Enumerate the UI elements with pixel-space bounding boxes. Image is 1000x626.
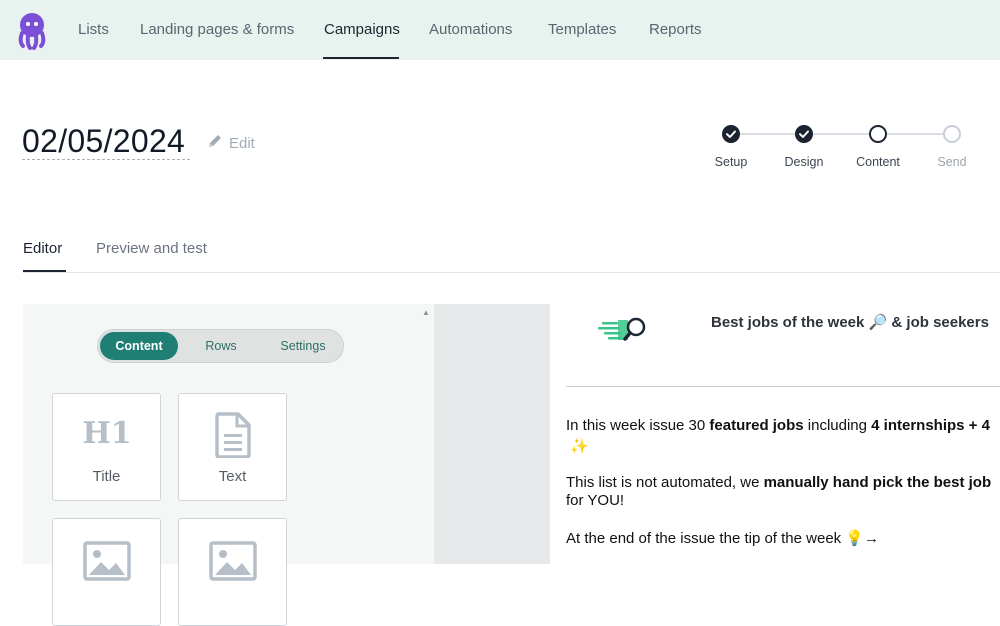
email-paragraph-2[interactable]: This list is not automated, we manually … (566, 473, 991, 492)
edit-title-button[interactable]: Edit (207, 133, 255, 153)
step-send-dot[interactable] (943, 125, 961, 143)
step-design-check-icon[interactable] (795, 125, 813, 143)
tab-editor[interactable]: Editor (23, 240, 62, 257)
panel-segmented-control: Content Rows Settings (97, 329, 344, 363)
email-headline: Best jobs of the week 🔎 & job seekers (711, 313, 989, 331)
p1-text: In this week issue 30 (566, 417, 710, 434)
step-content-dot[interactable] (869, 125, 887, 143)
step-label-content: Content (856, 155, 900, 169)
block-text[interactable]: Text (178, 393, 287, 501)
step-connector (887, 133, 943, 135)
nav-lists[interactable]: Lists (78, 21, 109, 38)
block-text-label: Text (218, 468, 247, 485)
heading-h1-icon: H1 (53, 416, 160, 450)
pencil-icon (207, 133, 223, 153)
p3-text: At the end of the issue the tip of the w… (566, 530, 842, 547)
editor-canvas-gutter (434, 304, 550, 564)
email-preview-canvas: Best jobs of the week 🔎 & job seekers In… (550, 304, 1000, 564)
p2-bold: manually hand pick the best job (763, 474, 992, 491)
step-label-setup: Setup (714, 155, 748, 169)
p2-text: This list is not automated, we (566, 474, 764, 491)
step-setup-check-icon[interactable] (722, 125, 740, 143)
email-headline-text: Best jobs of the week (711, 314, 865, 331)
magnifier-emoji-icon: 🔎 (868, 314, 888, 331)
image-icon (53, 541, 160, 581)
document-icon (179, 412, 286, 458)
step-connector (740, 133, 796, 135)
nav-landing-pages-forms[interactable]: Landing pages & forms (140, 21, 294, 38)
panel-scrollbar[interactable]: ▲ (419, 304, 434, 564)
email-divider (566, 386, 1000, 387)
top-nav: Lists Landing pages & forms Campaigns Au… (0, 0, 1000, 60)
campaign-title[interactable]: 02/05/2024 (22, 123, 185, 160)
edit-label: Edit (229, 134, 255, 152)
tab-preview-and-test[interactable]: Preview and test (96, 240, 207, 257)
lightbulb-arrow-icon: 💡→ (845, 530, 880, 547)
image-icon (179, 541, 286, 581)
email-paragraph-2-cont: for YOU! (566, 492, 625, 509)
segment-rows[interactable]: Rows (182, 332, 260, 360)
block-image[interactable] (52, 518, 161, 626)
job-search-logo-icon (598, 312, 650, 349)
segment-settings[interactable]: Settings (264, 332, 342, 360)
octopus-logo-icon[interactable] (16, 12, 48, 50)
campaign-title-underline (22, 159, 190, 160)
nav-automations[interactable]: Automations (429, 21, 512, 38)
nav-active-indicator (323, 57, 399, 59)
email-paragraph-3[interactable]: At the end of the issue the tip of the w… (566, 529, 879, 548)
sparkles-emoji-icon: ✨ (570, 438, 589, 455)
tabs-divider (23, 272, 1000, 273)
scroll-up-arrow-icon[interactable]: ▲ (422, 308, 430, 317)
email-headline-text-2: & job seekers (891, 314, 989, 331)
block-title[interactable]: H1 Title (52, 393, 161, 501)
step-label-send: Send (937, 155, 967, 169)
step-label-design: Design (784, 155, 824, 169)
segment-content[interactable]: Content (100, 332, 178, 360)
block-image-group[interactable] (178, 518, 287, 626)
svg-text:H1: H1 (82, 416, 131, 450)
nav-reports[interactable]: Reports (649, 21, 702, 38)
block-title-label: Title (92, 468, 121, 485)
step-connector (813, 133, 869, 135)
p1-bold-1: featured jobs (709, 417, 804, 434)
email-paragraph-1[interactable]: In this week issue 30 featured jobs incl… (566, 416, 990, 435)
nav-templates[interactable]: Templates (548, 21, 616, 38)
nav-campaigns[interactable]: Campaigns (324, 21, 400, 38)
p1-text-2: including (803, 417, 872, 434)
p1-bold-2: 4 internships + 4 (871, 417, 990, 434)
